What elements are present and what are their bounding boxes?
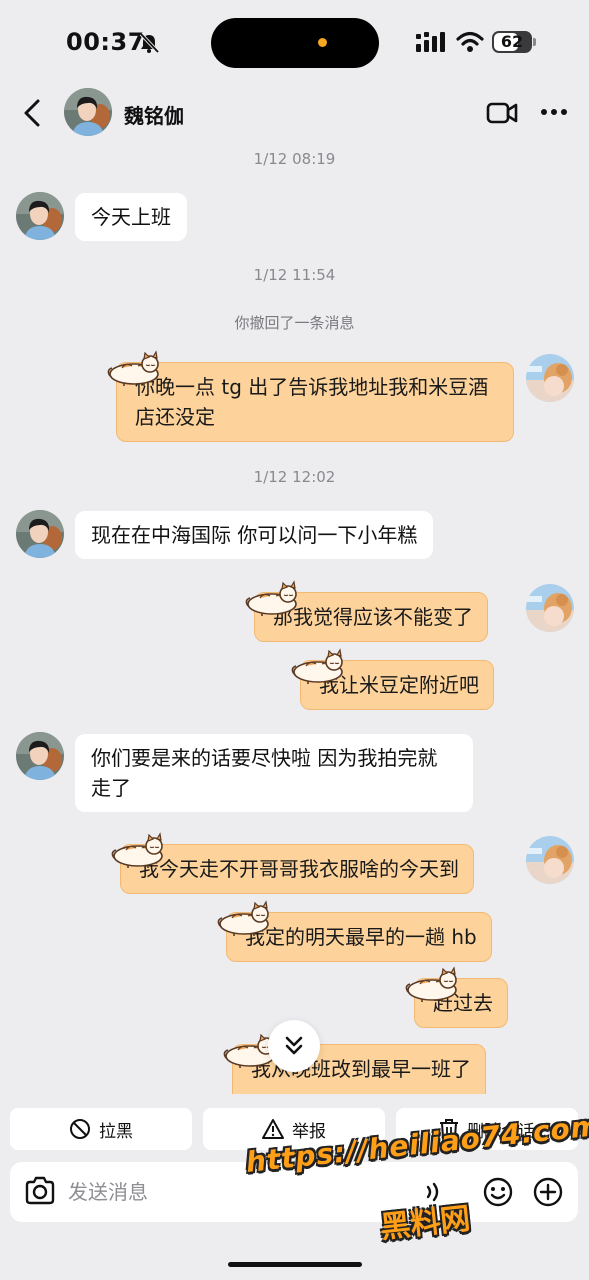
- cat-decoration-icon: [217, 901, 269, 936]
- watermark-name: 黑料网: [378, 1201, 472, 1246]
- bell-slash-icon: [139, 32, 160, 54]
- incoming-message[interactable]: 你们要是来的话要尽快啦 因为我拍完就走了: [75, 734, 473, 812]
- emoji-icon[interactable]: [482, 1176, 514, 1208]
- recall-notice: 你撤回了一条消息: [234, 314, 355, 332]
- back-chevron-icon[interactable]: [20, 98, 44, 128]
- outgoing-message[interactable]: 我今天走不开哥哥我衣服啥的今天到: [120, 844, 474, 894]
- dynamic-island: [211, 18, 379, 68]
- contact-avatar[interactable]: [16, 732, 64, 780]
- message-input[interactable]: [68, 1172, 398, 1212]
- incoming-message[interactable]: 现在在中海国际 你可以问一下小年糕: [75, 511, 434, 559]
- warning-triangle-icon: [262, 1119, 284, 1139]
- battery-icon: 62: [492, 31, 536, 53]
- scroll-to-bottom-button[interactable]: [268, 1020, 320, 1072]
- my-avatar[interactable]: [526, 354, 574, 402]
- cellular-signal-icon: [416, 32, 445, 52]
- block-label: 拉黑: [99, 1121, 133, 1142]
- cat-decoration-icon: [405, 967, 457, 1002]
- contact-avatar[interactable]: [64, 88, 112, 136]
- video-call-icon[interactable]: [486, 100, 518, 126]
- double-chevron-down-icon: [285, 1036, 303, 1055]
- more-dots-icon[interactable]: [540, 108, 568, 116]
- home-indicator: [228, 1262, 362, 1267]
- timestamp: 1/12 08:19: [253, 150, 336, 168]
- cat-decoration-icon: [111, 833, 163, 868]
- timestamp: 1/12 12:02: [253, 468, 336, 486]
- wifi-icon: [456, 31, 484, 52]
- camera-icon[interactable]: [24, 1176, 56, 1206]
- privacy-indicator-dot: [318, 38, 327, 47]
- timestamp: 1/12 11:54: [253, 266, 336, 284]
- contact-avatar[interactable]: [16, 510, 64, 558]
- block-button[interactable]: 拉黑: [10, 1108, 192, 1150]
- incoming-message[interactable]: 今天上班: [75, 193, 187, 241]
- outgoing-message[interactable]: 你晚一点 tg 出了告诉我地址我和米豆酒店还没定: [116, 362, 514, 442]
- chat-header: 魏铭伽: [0, 86, 589, 140]
- my-avatar[interactable]: [526, 584, 574, 632]
- plus-circle-icon[interactable]: [532, 1176, 564, 1208]
- my-avatar[interactable]: [526, 836, 574, 884]
- status-time: 00:37: [66, 28, 145, 56]
- status-bar: 00:37 62: [0, 0, 589, 86]
- block-icon: [70, 1119, 90, 1139]
- contact-name[interactable]: 魏铭伽: [124, 100, 184, 129]
- battery-level: 62: [500, 32, 524, 51]
- cat-decoration-icon: [291, 649, 343, 684]
- cat-decoration-icon: [245, 581, 297, 616]
- contact-avatar[interactable]: [16, 192, 64, 240]
- cat-decoration-icon: [107, 351, 159, 386]
